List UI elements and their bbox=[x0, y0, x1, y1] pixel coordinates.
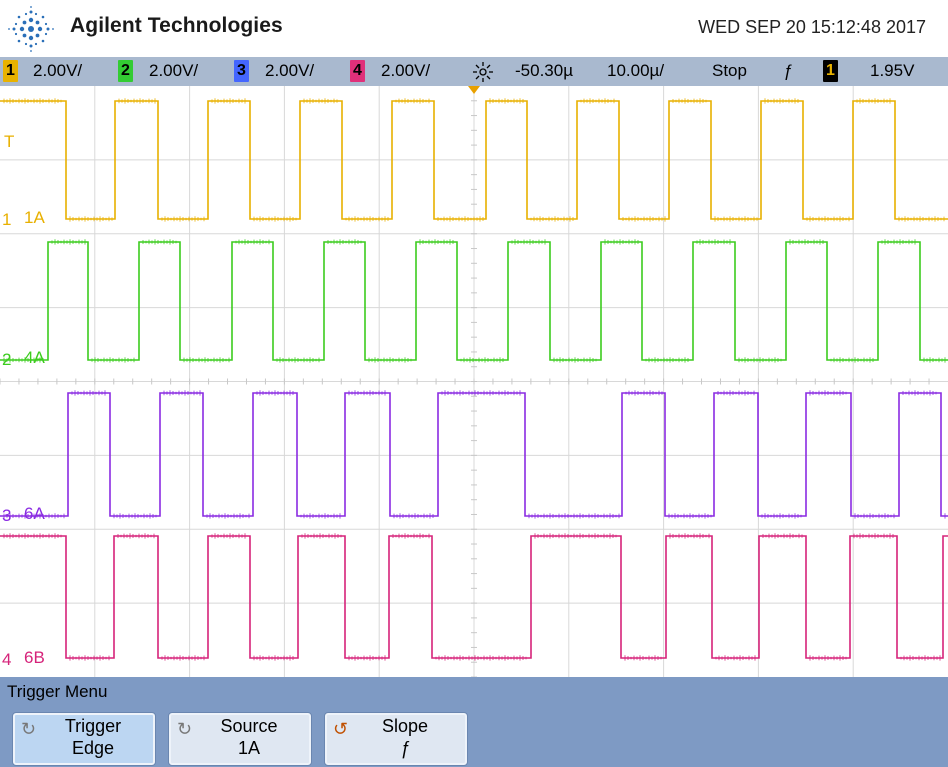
date-time: WED SEP 20 15:12:48 2017 bbox=[698, 17, 926, 37]
softkey-label: Source bbox=[220, 716, 278, 736]
channel-4-scale[interactable]: 2.00V/ bbox=[381, 61, 430, 81]
channel-3-ground-marker[interactable]: 3 bbox=[2, 506, 11, 526]
softkey-menu: Trigger Menu ↻ Trigger Edge ↻ Source 1A … bbox=[0, 677, 948, 767]
trigger-mode-softkey[interactable]: ↻ Trigger Edge bbox=[12, 712, 156, 766]
trigger-level[interactable]: 1.95V bbox=[870, 61, 914, 81]
softkey-label: Slope bbox=[381, 716, 429, 736]
channel-1-scale[interactable]: 2.00V/ bbox=[33, 61, 82, 81]
timebase-scale[interactable]: 10.00µ/ bbox=[607, 61, 664, 81]
channel-4-waveform-noise bbox=[3, 533, 941, 661]
channel-4-badge[interactable]: 4 bbox=[350, 60, 365, 82]
channel-2-label: 4A bbox=[24, 348, 45, 367]
header: Agilent Technologies WED SEP 20 15:12:48… bbox=[0, 0, 948, 57]
horizontal-delay-icon bbox=[473, 62, 493, 82]
channel-2-ground-marker[interactable]: 2 bbox=[2, 350, 11, 370]
channel-1-label: 1A bbox=[24, 208, 45, 227]
softkey-value: ƒ bbox=[399, 738, 410, 758]
channel-3-badge[interactable]: 3 bbox=[234, 60, 249, 82]
trigger-slope-softkey[interactable]: ↺ Slope ƒ bbox=[324, 712, 468, 766]
trigger-source-badge: 1 bbox=[823, 60, 838, 82]
waveform-display[interactable]: T 1 1A 2 4A 3 6A 4 6B bbox=[0, 86, 948, 677]
trigger-source-softkey[interactable]: ↻ Source 1A bbox=[168, 712, 312, 766]
brand-name: Agilent Technologies bbox=[70, 14, 283, 37]
channel-2-badge[interactable]: 2 bbox=[118, 60, 133, 82]
channel-4-ground-marker[interactable]: 4 bbox=[2, 650, 11, 670]
horizontal-delay[interactable]: -50.30µ bbox=[515, 61, 573, 81]
trigger-slope-icon: ƒ bbox=[783, 61, 793, 80]
trigger-level-marker: T bbox=[4, 132, 15, 151]
channel-1-ground-marker[interactable]: 1 bbox=[2, 210, 11, 230]
menu-title: Trigger Menu bbox=[7, 682, 108, 701]
channel-4-label: 6B bbox=[24, 648, 45, 667]
channel-1-badge[interactable]: 1 bbox=[3, 60, 18, 82]
softkey-label: Trigger bbox=[64, 716, 122, 736]
channel-2-scale[interactable]: 2.00V/ bbox=[149, 61, 198, 81]
channel-3-label: 6A bbox=[24, 504, 45, 523]
scope-graticule bbox=[0, 86, 948, 677]
agilent-spark-logo-icon bbox=[8, 6, 54, 52]
softkey-value: Edge bbox=[71, 738, 115, 758]
softkey-value: 1A bbox=[237, 738, 261, 758]
trigger-position-marker-icon bbox=[468, 86, 480, 94]
run-state: Stop bbox=[712, 61, 747, 80]
channel-3-scale[interactable]: 2.00V/ bbox=[265, 61, 314, 81]
status-bar: 1 2.00V/ 2 2.00V/ 3 2.00V/ 4 2.00V/ -50.… bbox=[0, 57, 948, 86]
